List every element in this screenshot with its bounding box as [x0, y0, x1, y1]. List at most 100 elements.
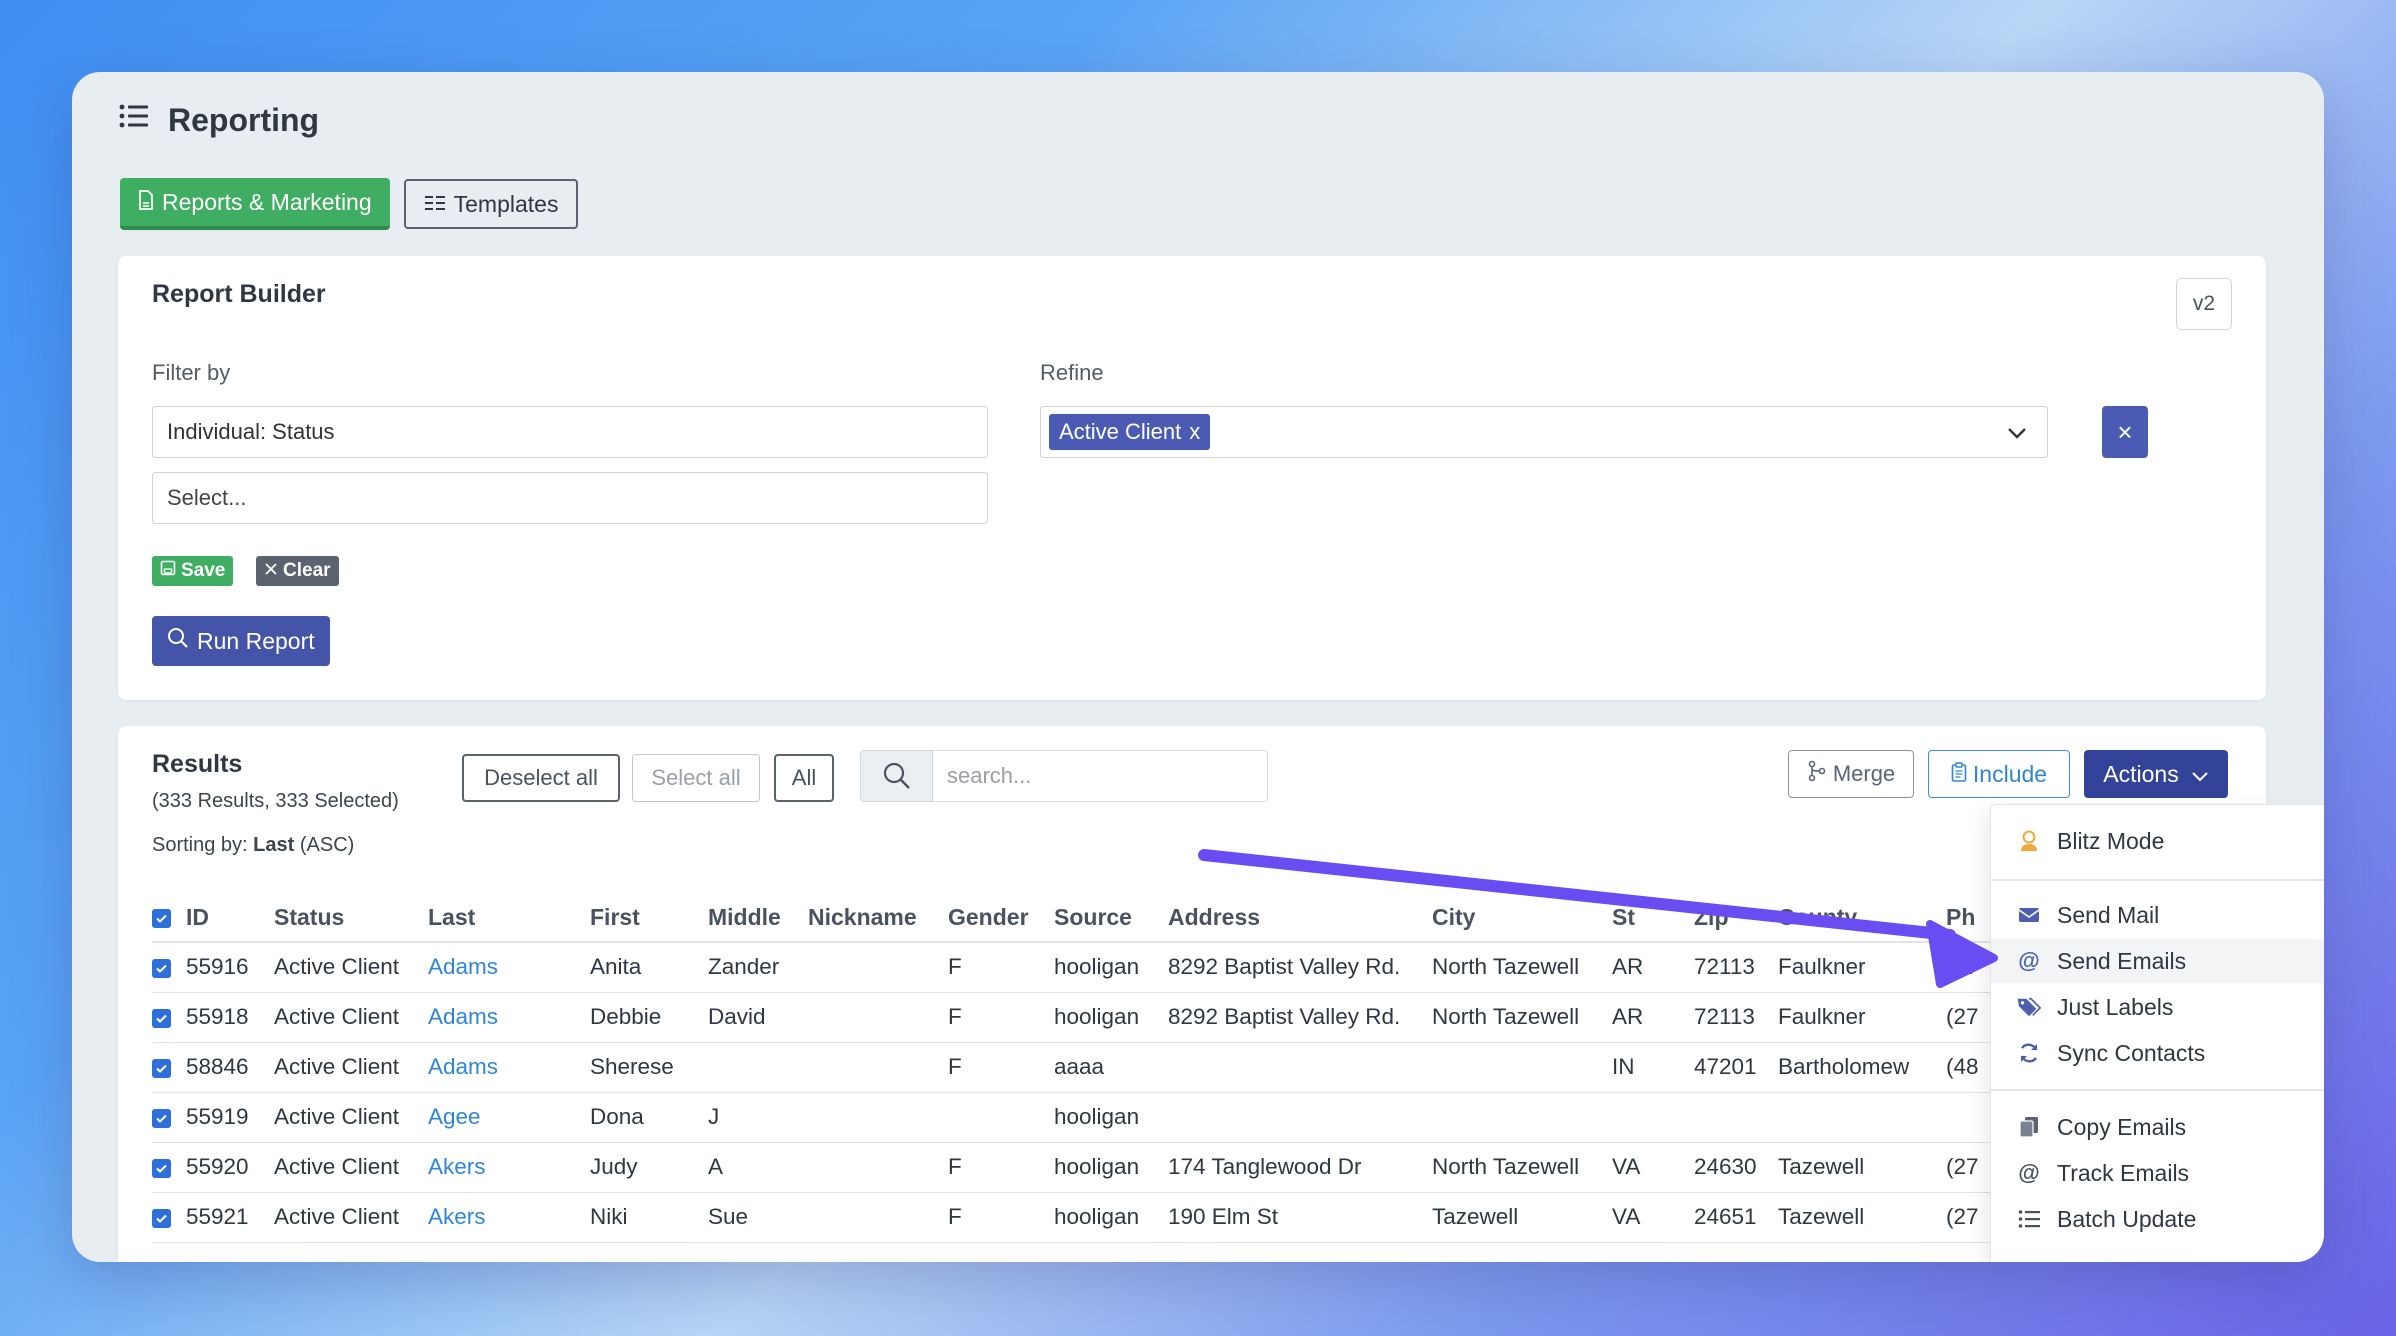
menu-item-send-mail[interactable]: Send Mail [1991, 893, 2324, 937]
col-source[interactable]: Source [1054, 894, 1168, 943]
clear-button[interactable]: Clear [256, 556, 339, 586]
refine-select[interactable]: Active Client x [1040, 406, 2048, 458]
cell-id: 55918 [186, 992, 274, 1043]
run-report-label: Run Report [197, 627, 315, 654]
chevron-down-icon[interactable] [2007, 419, 2027, 445]
cell-id: 58846 [186, 1042, 274, 1093]
menu-item-just-labels[interactable]: Just Labels [1991, 985, 2324, 1029]
actions-dropdown-button[interactable]: Actions [2084, 750, 2228, 798]
run-report-button[interactable]: Run Report [152, 616, 330, 666]
cell-last[interactable]: Adams [428, 942, 590, 993]
cell-nickname [808, 992, 948, 1043]
cell-last[interactable]: Akers [428, 1142, 590, 1193]
cell-state: IN [1612, 1042, 1694, 1093]
select-all-button[interactable]: Select all [632, 754, 760, 802]
col-first[interactable]: First [590, 894, 708, 943]
filter-label: Filter by [152, 360, 231, 385]
cell-nickname [808, 1092, 948, 1143]
table-row[interactable]: 55918 Active Client Adams Debbie David Fhooli… [152, 992, 2006, 1043]
cell-last[interactable]: Adams [428, 992, 590, 1043]
sorting-field: Last [253, 834, 295, 856]
menu-item-send-emails[interactable]: @ Send Emails [1991, 939, 2324, 983]
cell-first: Niki [590, 1192, 708, 1243]
select-all-checkbox-cell[interactable] [152, 894, 186, 943]
col-status[interactable]: Status [274, 894, 428, 943]
cell-source: hooligan [1054, 992, 1168, 1043]
table-row[interactable]: 58846 Active Client Adams Sherese Faaaa IN 472… [152, 1042, 2006, 1093]
cell-zip: 72113 [1694, 992, 1778, 1043]
tab-templates[interactable]: Templates [403, 179, 579, 229]
menu-item-track-emails[interactable]: @ Track Emails [1991, 1151, 2324, 1195]
table-row[interactable]: 55920 Active Client Akers Judy A Fhooligan 174… [152, 1142, 2006, 1193]
menu-item-blitz-mode[interactable]: Blitz Mode [1991, 819, 2324, 863]
menu-item-sync-contacts[interactable]: Sync Contacts [1991, 1031, 2324, 1075]
row-checkbox-cell[interactable] [152, 942, 186, 993]
merge-icon [1807, 760, 1827, 788]
col-state[interactable]: St [1612, 894, 1694, 943]
col-address[interactable]: Address [1168, 894, 1432, 943]
menu-label: Batch Update [2057, 1205, 2197, 1232]
cell-last[interactable]: Agee [428, 1092, 590, 1143]
checkbox-checked-icon[interactable] [152, 1208, 171, 1228]
chevron-down-icon [2191, 761, 2209, 788]
app-window: Reporting Reports & Marketing Templates … [72, 72, 2324, 1262]
include-label: Include [1972, 760, 2048, 787]
cell-address: 8292 Baptist Valley Rd. [1168, 992, 1432, 1043]
row-checkbox-cell[interactable] [152, 1042, 186, 1093]
cell-source: hooligan [1054, 1192, 1168, 1243]
cell-address: 190 Elm St [1168, 1192, 1432, 1243]
refine-chip: Active Client x [1049, 414, 1211, 450]
row-checkbox-cell[interactable] [152, 1142, 186, 1193]
filter-select[interactable]: Select... [152, 472, 988, 524]
table-row[interactable]: 55916 Active Client Adams Anita Zander Fhooli… [152, 942, 2006, 993]
filter-field[interactable]: Individual: Status [152, 406, 988, 458]
cell-last[interactable]: Akers [428, 1192, 590, 1243]
checkbox-checked-icon[interactable] [152, 1158, 171, 1178]
columns-icon [424, 191, 446, 218]
cell-status: Active Client [274, 1192, 428, 1243]
menu-item-batch-update[interactable]: Batch Update [1991, 1197, 2324, 1241]
table-row[interactable]: 55919 Active Client Agee Dona Jhooligan [152, 1092, 2006, 1143]
menu-item-copy-emails[interactable]: Copy Emails [1991, 1105, 2324, 1149]
row-checkbox-cell[interactable] [152, 992, 186, 1043]
chip-remove[interactable]: x [1189, 419, 1200, 445]
table-row[interactable]: 55921 Active Client Akers Niki Sue Fhooligan 1… [152, 1192, 2006, 1243]
cell-source: hooligan [1054, 1142, 1168, 1193]
version-button[interactable]: v2 [2176, 278, 2232, 330]
checkbox-checked-icon[interactable] [152, 909, 171, 929]
cell-last[interactable]: Adams [428, 1042, 590, 1093]
include-button[interactable]: Include [1928, 750, 2070, 798]
col-county[interactable]: County [1778, 894, 1946, 943]
cell-address: 174 Tanglewood Dr [1168, 1142, 1432, 1193]
search-input[interactable]: search... [932, 750, 1268, 802]
col-id[interactable]: ID [186, 894, 274, 943]
col-middle[interactable]: Middle [708, 894, 808, 943]
checkbox-checked-icon[interactable] [152, 1058, 171, 1078]
tab-reports-marketing[interactable]: Reports & Marketing [120, 178, 390, 230]
row-checkbox-cell[interactable] [152, 1192, 186, 1243]
col-last[interactable]: Last [428, 894, 590, 943]
col-nickname[interactable]: Nickname [808, 894, 948, 943]
cell-address [1168, 1092, 1432, 1143]
all-button[interactable]: All [774, 754, 834, 802]
at-sign-icon: @ [2018, 948, 2040, 973]
checkbox-checked-icon[interactable] [152, 1008, 171, 1028]
cell-city [1432, 1092, 1612, 1143]
list-icon [2017, 1207, 2041, 1231]
col-zip[interactable]: Zip [1694, 894, 1778, 943]
cell-status: Active Client [274, 1142, 428, 1193]
cell-state: VA [1612, 1142, 1694, 1193]
remove-filter-button[interactable]: × [2102, 406, 2148, 458]
cell-middle: Sue [708, 1192, 808, 1243]
menu-label: Sync Contacts [2057, 1039, 2206, 1066]
deselect-all-button[interactable]: Deselect all [462, 754, 620, 802]
checkbox-checked-icon[interactable] [152, 958, 171, 978]
col-city[interactable]: City [1432, 894, 1612, 943]
menu-label: Copy Emails [2057, 1113, 2187, 1140]
col-gender[interactable]: Gender [948, 894, 1054, 943]
merge-button[interactable]: Merge [1788, 750, 1914, 798]
checkbox-checked-icon[interactable] [152, 1108, 171, 1128]
search-icon[interactable] [860, 750, 932, 802]
row-checkbox-cell[interactable] [152, 1092, 186, 1143]
save-button[interactable]: Save [152, 556, 234, 586]
